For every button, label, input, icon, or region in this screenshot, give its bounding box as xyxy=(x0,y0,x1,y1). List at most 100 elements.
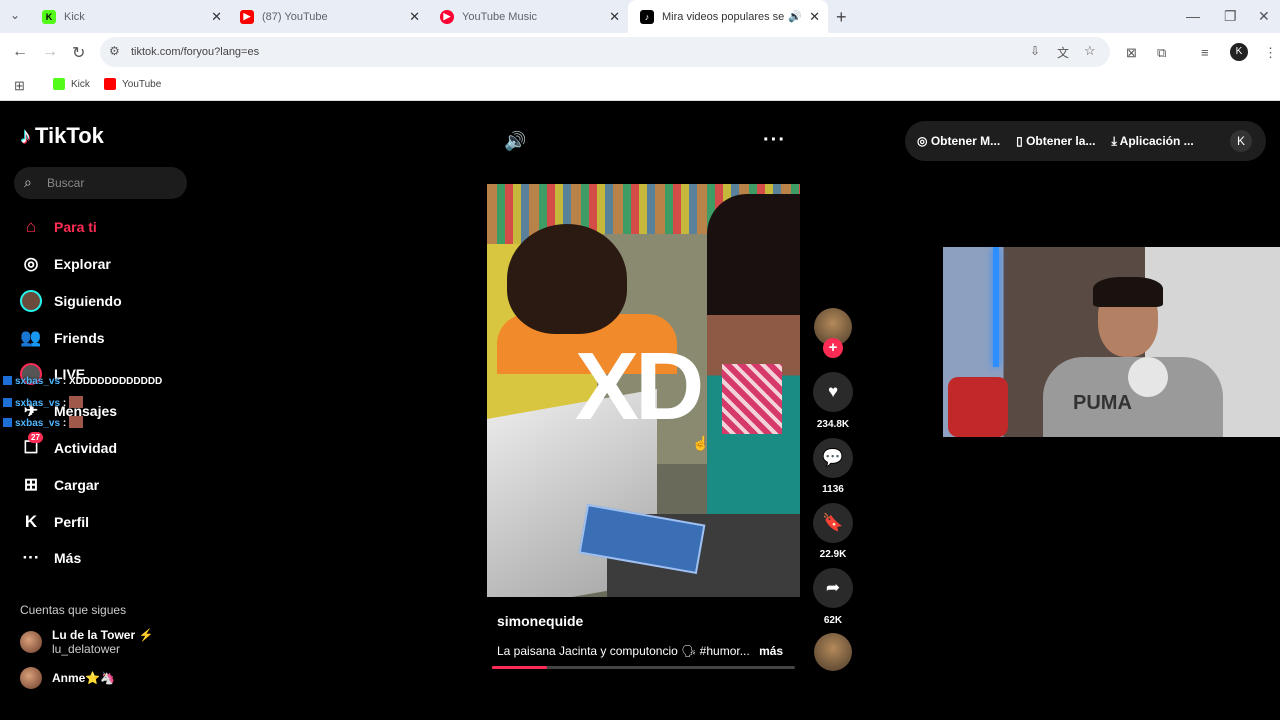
browser-toolbar: ← → ↻ ⚙ tiktok.com/foryou?lang=es ⇩ 文 ☆ … xyxy=(0,33,1280,71)
chat-message: sxbas_vs : xyxy=(3,416,83,429)
button-label: Obtener la... xyxy=(1026,134,1096,148)
menu-icon[interactable]: ⋮ xyxy=(1264,45,1277,61)
nav-friends[interactable]: 👥 Friends xyxy=(20,324,104,352)
friends-icon: 👥 xyxy=(20,328,42,347)
tab-tiktok[interactable]: ♪ Mira videos populares selec 🔊 ✕ xyxy=(628,0,828,33)
chat-text: XDDDDDDDDDDDD xyxy=(68,376,163,387)
video-progress-fill xyxy=(492,666,547,669)
nav-label: Explorar xyxy=(54,256,111,272)
restore-icon[interactable]: ❐ xyxy=(1224,8,1237,25)
profile-avatar[interactable]: K xyxy=(1230,43,1248,61)
button-label: Aplicación ... xyxy=(1119,133,1194,148)
tab-audio-icon[interactable]: 🔊 xyxy=(788,10,802,23)
music-disc-avatar[interactable] xyxy=(814,633,852,671)
tiktok-page: ♪ TikTok ⌕ Buscar ⌂ Para ti ◎ Explorar S… xyxy=(0,101,1280,720)
bookmark-star-icon[interactable]: ☆ xyxy=(1084,43,1096,59)
webcam-person-hair xyxy=(1093,277,1163,307)
address-bar[interactable]: ⚙ tiktok.com/foryou?lang=es ⇩ 文 ☆ xyxy=(100,37,1110,67)
bookmark-youtube[interactable]: YouTube xyxy=(104,78,161,90)
logo-text: TikTok xyxy=(35,123,104,148)
webcam-microphone xyxy=(1128,357,1168,397)
video-player[interactable]: XD xyxy=(487,184,800,597)
following-account[interactable]: Anme⭐🦄 xyxy=(20,667,115,689)
bookmark-kick[interactable]: Kick xyxy=(53,78,90,90)
following-title: Cuentas que sigues xyxy=(20,603,127,617)
get-app-button[interactable]: ▯ Obtener la... xyxy=(1016,134,1095,148)
nav-mas[interactable]: ··· Más xyxy=(20,544,82,572)
share-button[interactable]: ➦ xyxy=(813,568,853,608)
close-window-icon[interactable]: ✕ xyxy=(1258,8,1270,25)
get-coins-button[interactable]: ◎ Obtener M... xyxy=(917,134,1000,148)
bookmark-label: Kick xyxy=(71,78,90,90)
tiktok-favicon-icon: ♪ xyxy=(640,9,654,24)
tab-youtube[interactable]: ▶ (87) YouTube ✕ xyxy=(228,0,428,33)
tiktok-logo[interactable]: ♪ TikTok xyxy=(20,123,104,149)
tab-search-icon[interactable]: ⌄ xyxy=(10,8,20,22)
tab-close-icon[interactable]: ✕ xyxy=(609,9,620,25)
bookmark-icon: 🔖 xyxy=(822,513,844,532)
search-input[interactable]: ⌕ Buscar xyxy=(14,167,187,199)
nav-label: Perfil xyxy=(54,514,90,530)
back-icon[interactable]: ← xyxy=(12,43,28,61)
video-author[interactable]: simonequide xyxy=(497,613,583,629)
media-control-icon[interactable]: ≡ xyxy=(1201,45,1209,60)
forward-icon[interactable]: → xyxy=(42,43,58,61)
account-name: Anme⭐🦄 xyxy=(52,671,116,685)
nav-label: Cargar xyxy=(54,477,100,493)
tab-title: (87) YouTube xyxy=(262,10,328,23)
browser-chrome: ⌄ K Kick ✕ ▶ (87) YouTube ✕ ▶ YouTube Mu… xyxy=(0,0,1280,101)
avatar xyxy=(20,667,42,689)
nav-label: Siguiendo xyxy=(54,293,122,309)
tab-close-icon[interactable]: ✕ xyxy=(809,9,820,25)
tab-youtube-music[interactable]: ▶ YouTube Music ✕ xyxy=(428,0,628,33)
account-handle: lu_delatower xyxy=(52,642,121,656)
new-tab-button[interactable]: + xyxy=(836,7,847,28)
following-account[interactable]: Lu de la Tower ⚡ lu_delatower xyxy=(20,628,153,656)
nav-label: Actividad xyxy=(54,440,118,456)
reload-icon[interactable]: ↻ xyxy=(72,43,85,63)
translate-icon[interactable]: 文 xyxy=(1057,44,1069,61)
minimize-icon[interactable]: — xyxy=(1186,8,1200,24)
more-options-icon[interactable]: ··· xyxy=(763,129,786,152)
chat-badge-icon xyxy=(3,418,12,427)
webcam-neon-light xyxy=(993,247,999,367)
nav-siguiendo[interactable]: Siguiendo xyxy=(20,287,122,315)
extension-icon[interactable]: ⊠ xyxy=(1126,45,1137,61)
volume-icon[interactable]: 🔊 xyxy=(504,131,526,152)
nav-explorar[interactable]: ◎ Explorar xyxy=(20,250,111,278)
tab-close-icon[interactable]: ✕ xyxy=(211,9,222,25)
like-button[interactable]: ♥ xyxy=(813,372,853,412)
video-progress-bar[interactable] xyxy=(492,666,795,669)
nav-actividad[interactable]: ☐ 27 Actividad xyxy=(20,432,118,462)
comment-button[interactable]: 💬 xyxy=(813,438,853,478)
kick-favicon-icon xyxy=(53,78,65,90)
tab-title: YouTube Music xyxy=(462,10,538,23)
nav-para-ti[interactable]: ⌂ Para ti xyxy=(20,213,97,241)
url-text[interactable]: tiktok.com/foryou?lang=es xyxy=(131,46,259,58)
webcam-overlay: PUMA xyxy=(943,247,1280,437)
account-name: Lu de la Tower ⚡ xyxy=(52,628,154,642)
tab-title: Mira videos populares selec xyxy=(662,10,784,23)
profile-avatar[interactable]: K xyxy=(1230,130,1252,152)
tab-strip: ⌄ K Kick ✕ ▶ (87) YouTube ✕ ▶ YouTube Mu… xyxy=(0,0,1280,33)
tab-close-icon[interactable]: ✕ xyxy=(409,9,420,25)
chat-user: sxbas_vs xyxy=(15,398,61,409)
apps-icon[interactable]: ⊞ xyxy=(14,78,25,94)
nav-label: Más xyxy=(54,550,82,566)
follow-plus-icon[interactable]: + xyxy=(823,338,843,358)
install-app-icon[interactable]: ⇩ xyxy=(1030,44,1040,58)
nav-perfil[interactable]: K Perfil xyxy=(20,508,89,536)
more-link[interactable]: más xyxy=(759,644,783,658)
site-info-icon[interactable]: ⚙ xyxy=(109,44,120,58)
save-button[interactable]: 🔖 xyxy=(813,503,853,543)
nav-cargar[interactable]: ⊞ Cargar xyxy=(20,471,99,499)
desktop-app-button[interactable]: ⤓ Aplicación ... xyxy=(1111,134,1193,149)
hand-cursor-icon: ☝ xyxy=(692,435,710,451)
tiktok-note-icon: ♪ xyxy=(20,123,31,148)
tab-kick[interactable]: K Kick ✕ xyxy=(30,0,230,33)
chat-badge-icon xyxy=(3,376,12,385)
button-label: Obtener M... xyxy=(930,134,1001,148)
webcam-shirt-text: PUMA xyxy=(1073,392,1132,414)
comment-icon: 💬 xyxy=(822,448,844,467)
puzzle-icon[interactable]: ⧉ xyxy=(1157,45,1166,61)
